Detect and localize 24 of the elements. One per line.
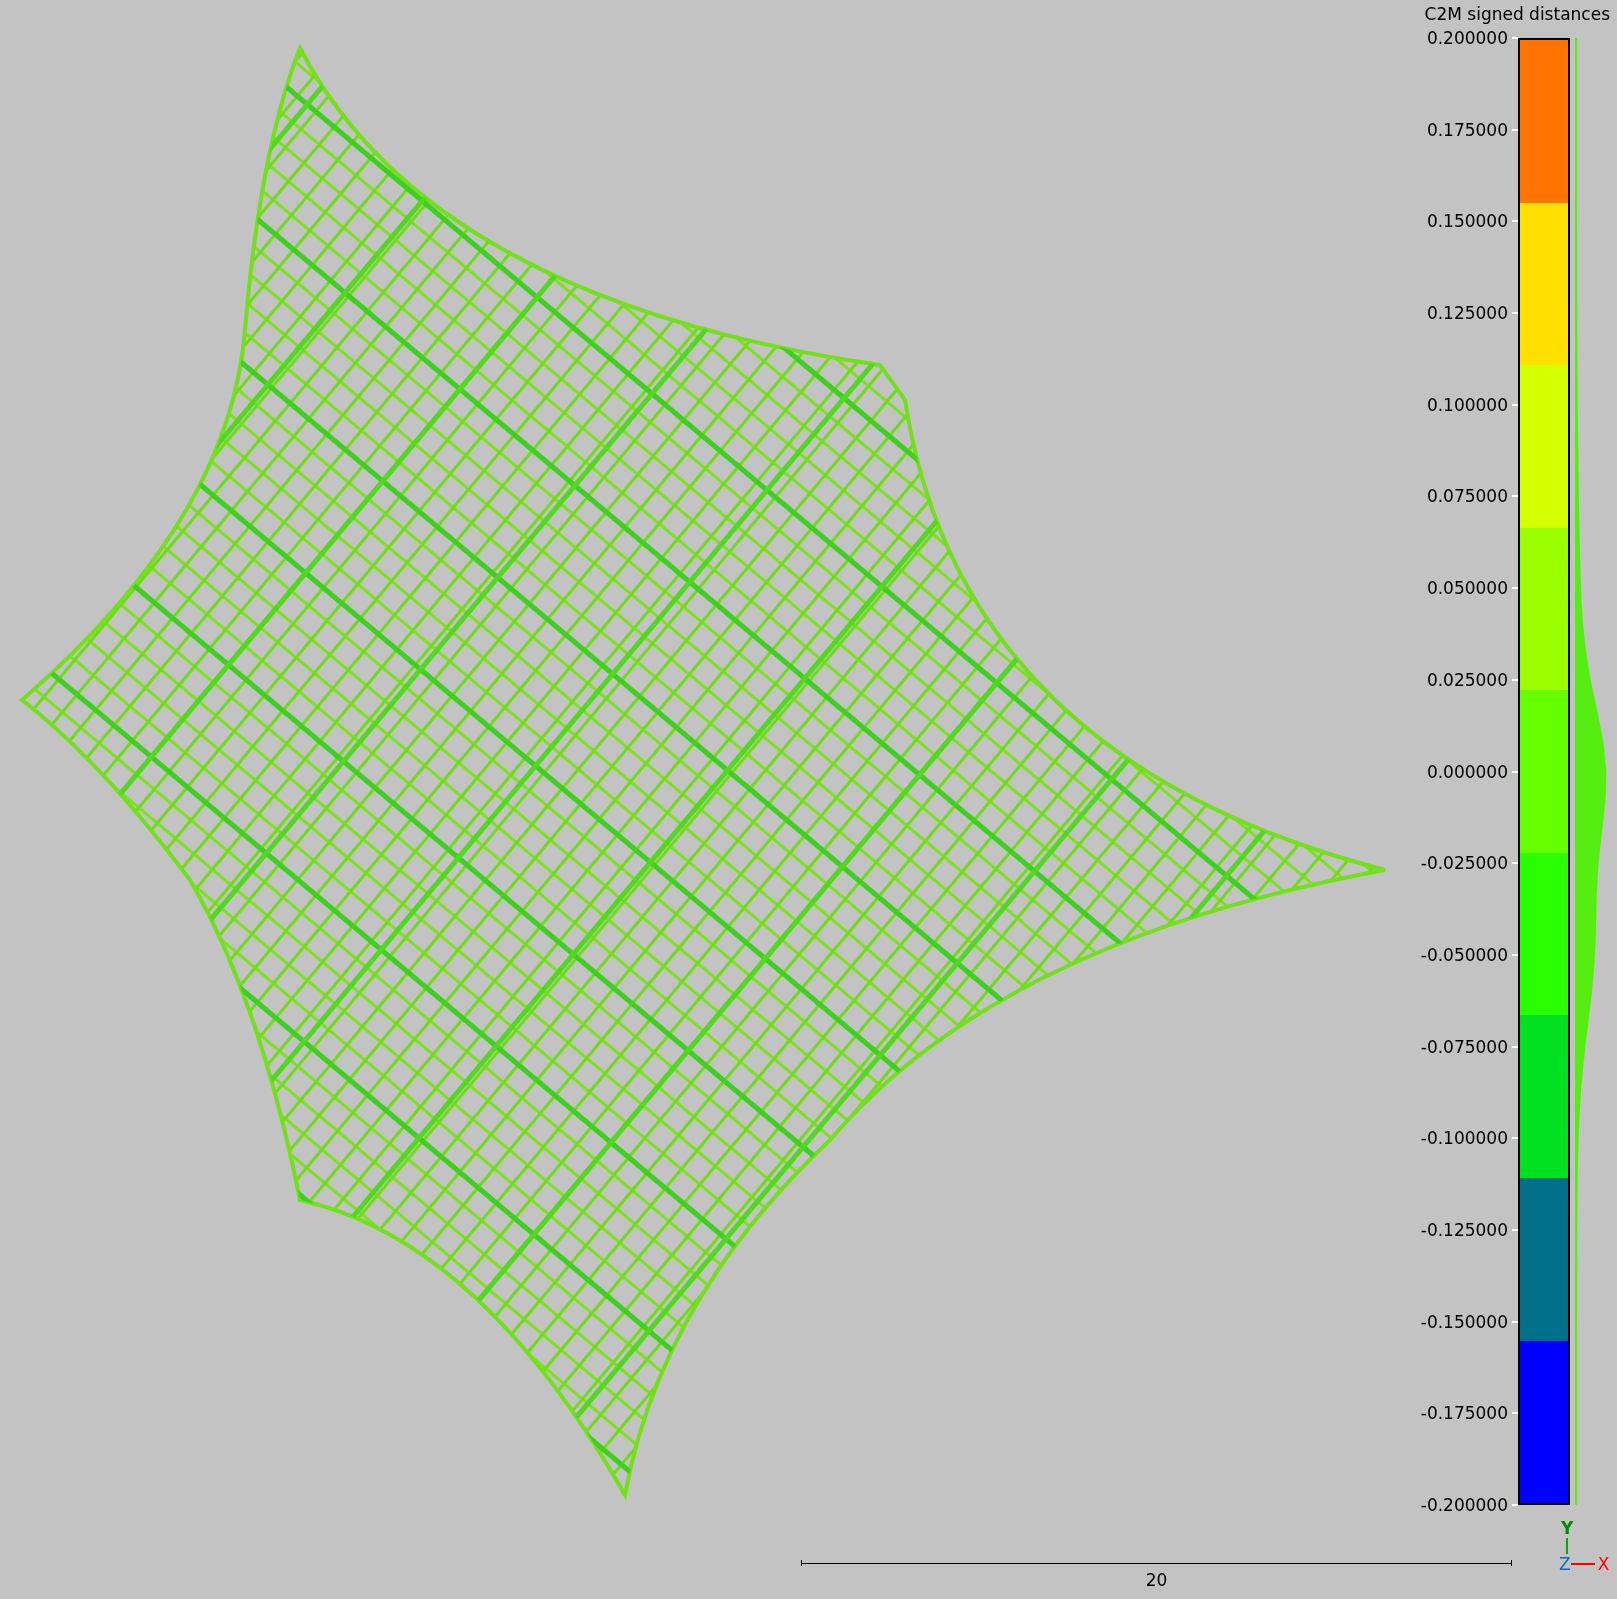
scale-label: 0.050000 bbox=[1426, 578, 1508, 599]
scale-label: -0.075000 bbox=[1420, 1036, 1508, 1057]
scale-label: 0.075000 bbox=[1426, 486, 1508, 507]
scale-label: -0.050000 bbox=[1420, 944, 1508, 965]
scale-label: -0.150000 bbox=[1420, 1311, 1508, 1332]
scale-label: 0.000000 bbox=[1426, 761, 1508, 782]
scale-label: 0.150000 bbox=[1426, 211, 1508, 232]
scale-label: 0.175000 bbox=[1426, 119, 1508, 140]
scale-label: -0.025000 bbox=[1420, 853, 1508, 874]
scale-label: 0.025000 bbox=[1426, 669, 1508, 690]
scale-label: 0.100000 bbox=[1426, 394, 1508, 415]
axis-label: X bbox=[1597, 1554, 1610, 1574]
scale-label: 0.125000 bbox=[1426, 303, 1508, 324]
x-axis-line bbox=[1570, 1563, 1595, 1565]
scale-label: -0.200000 bbox=[1420, 1495, 1508, 1515]
scale-bar-label: 20 bbox=[1145, 1570, 1168, 1590]
axis-label: Y bbox=[1561, 1518, 1574, 1538]
axis-label: Z bbox=[1559, 1554, 1571, 1574]
scale-label: 0.200000 bbox=[1426, 28, 1508, 48]
legend-title: C2M signed distances bbox=[1424, 3, 1611, 26]
scale-label: -0.100000 bbox=[1420, 1128, 1508, 1149]
scale-label: -0.175000 bbox=[1420, 1403, 1508, 1424]
y-axis-line bbox=[1566, 1538, 1568, 1554]
scale-label: -0.125000 bbox=[1420, 1219, 1508, 1240]
